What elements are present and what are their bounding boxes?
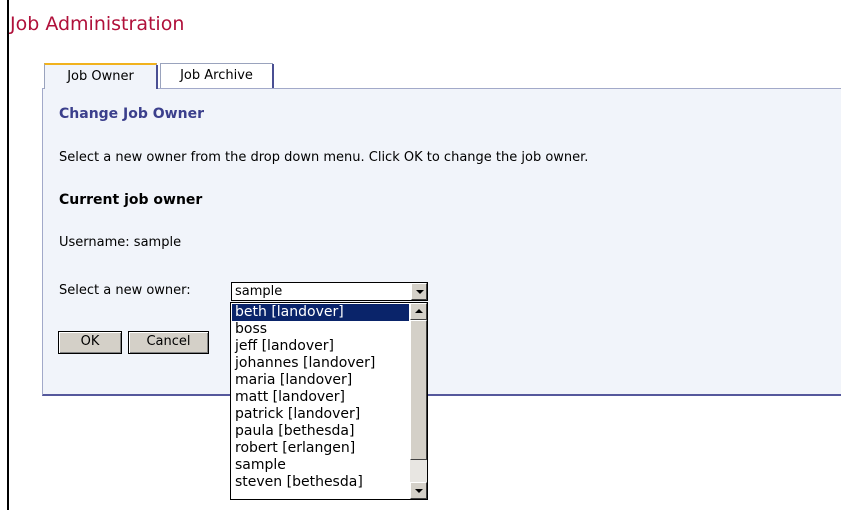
chevron-down-icon[interactable] bbox=[411, 283, 427, 300]
dropdown-option[interactable]: jeff [landover] bbox=[232, 338, 409, 355]
dropdown-option[interactable]: beth [landover] bbox=[232, 304, 409, 321]
select-value: sample bbox=[235, 284, 283, 299]
section-title: Change Job Owner bbox=[59, 106, 204, 122]
left-border bbox=[7, 0, 9, 510]
dropdown-option[interactable]: johannes [landover] bbox=[232, 355, 409, 372]
dropdown-option[interactable]: sample bbox=[232, 457, 409, 474]
tab-job-owner[interactable]: Job Owner bbox=[44, 63, 158, 89]
dropdown-option[interactable]: steven [bethesda] bbox=[232, 474, 409, 491]
new-owner-select[interactable]: sample bbox=[231, 282, 428, 301]
dropdown-option[interactable]: patrick [landover] bbox=[232, 406, 409, 423]
username-label: Username: bbox=[59, 235, 130, 250]
dropdown-option[interactable]: paula [bethesda] bbox=[232, 423, 409, 440]
dropdown-option[interactable]: maria [landover] bbox=[232, 372, 409, 389]
tab-job-archive[interactable]: Job Archive bbox=[160, 63, 274, 89]
dropdown-option[interactable]: robert [erlangen] bbox=[232, 440, 409, 457]
dropdown-scrollbar[interactable] bbox=[410, 303, 427, 499]
cancel-button[interactable]: Cancel bbox=[128, 331, 209, 354]
instructions-text: Select a new owner from the drop down me… bbox=[59, 150, 589, 165]
new-owner-label: Select a new owner: bbox=[59, 283, 191, 298]
owner-dropdown-list[interactable]: beth [landover] boss jeff [landover] joh… bbox=[230, 302, 428, 500]
username-row: Username: sample bbox=[59, 235, 181, 250]
scroll-down-icon[interactable] bbox=[410, 482, 427, 499]
dropdown-option[interactable]: matt [landover] bbox=[232, 389, 409, 406]
dropdown-option[interactable]: boss bbox=[232, 321, 409, 338]
scroll-thumb[interactable] bbox=[410, 320, 427, 460]
username-value: sample bbox=[133, 235, 182, 250]
ok-button[interactable]: OK bbox=[58, 331, 122, 354]
scroll-up-icon[interactable] bbox=[410, 303, 427, 320]
page-title: Job Administration bbox=[10, 13, 185, 35]
current-owner-heading: Current job owner bbox=[59, 192, 203, 208]
